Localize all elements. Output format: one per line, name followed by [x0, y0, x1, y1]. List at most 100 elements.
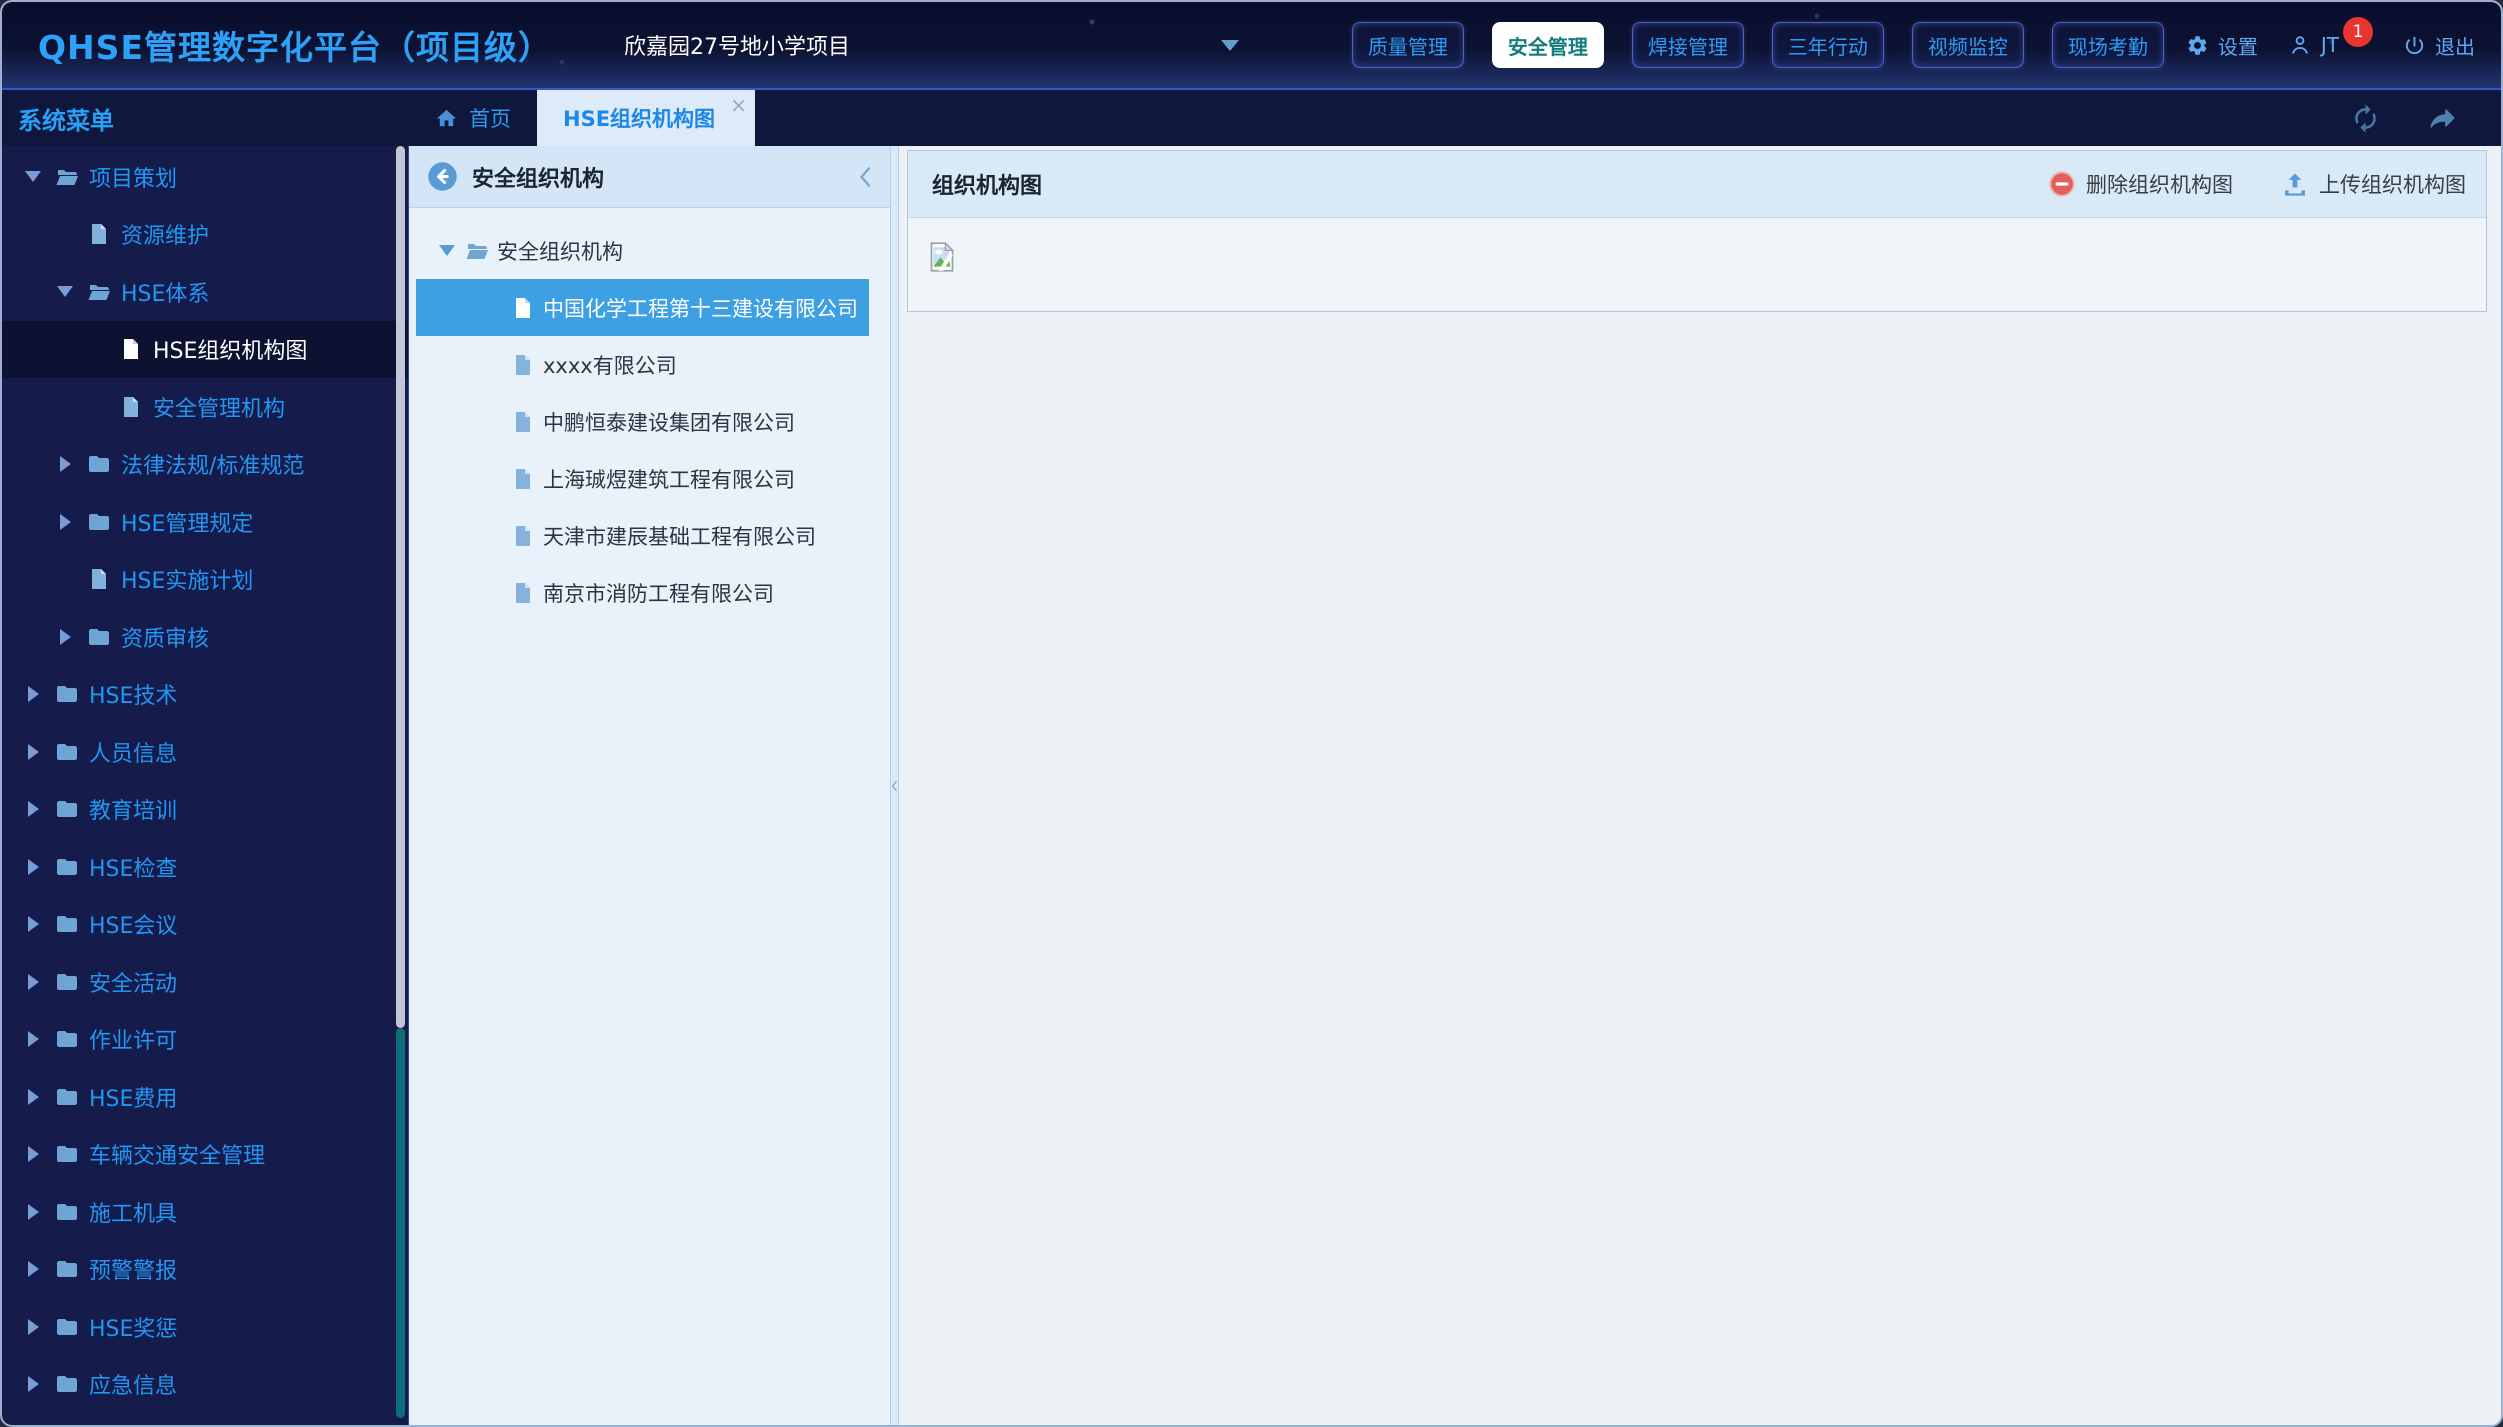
sidebar-item[interactable]: 资质审核	[2, 608, 408, 666]
org-chart-title: 组织机构图	[932, 174, 1043, 199]
org-panel-header: 安全组织机构	[409, 146, 890, 208]
expand-arrow-icon[interactable]	[22, 1376, 44, 1393]
expand-arrow-icon[interactable]	[22, 1088, 44, 1105]
refresh-icon[interactable]	[2350, 103, 2381, 134]
sidebar-item[interactable]: 应急信息	[2, 1356, 408, 1414]
folder-icon	[57, 1088, 77, 1105]
expand-arrow-icon[interactable]	[22, 1261, 44, 1278]
sidebar-item[interactable]: 作业许可	[2, 1011, 408, 1069]
org-tree-item[interactable]: 中鹏恒泰建设集团有限公司	[409, 393, 890, 450]
folder-icon	[57, 1318, 77, 1335]
expand-arrow-icon[interactable]	[22, 171, 44, 183]
sidebar-item[interactable]: 安全管理机构	[2, 378, 408, 436]
folder-icon	[57, 1203, 77, 1220]
sidebar-item[interactable]: HSE技术	[2, 666, 408, 724]
expand-arrow-icon[interactable]	[22, 743, 44, 760]
expand-arrow-icon[interactable]	[22, 1203, 44, 1220]
sidebar-item[interactable]: HSE管理规定	[2, 493, 408, 551]
sidebar-item[interactable]: 车辆交通安全管理	[2, 1126, 408, 1184]
expand-arrow-icon[interactable]	[22, 801, 44, 818]
expand-arrow-icon[interactable]	[54, 286, 76, 298]
sidebar-item[interactable]: 法律法规/标准规范	[2, 436, 408, 494]
nav-button[interactable]: 安全管理	[1491, 22, 1604, 68]
nav-button[interactable]: 视频监控	[1911, 22, 2024, 68]
org-tree-item[interactable]: 中国化学工程第十三建设有限公司	[416, 279, 869, 336]
sidebar-item[interactable]: HSE检查	[2, 838, 408, 896]
close-icon[interactable]: ×	[730, 93, 747, 117]
nav-button[interactable]: 焊接管理	[1631, 22, 1744, 68]
folder-icon	[57, 686, 77, 703]
sidebar-item-label: 安全活动	[89, 971, 178, 997]
sidebar-item-label: 施工机具	[89, 1201, 178, 1227]
scrollbar-thumb[interactable]	[396, 146, 405, 1028]
org-chart-header: 组织机构图 删除组织机构图 上传组织机构图	[908, 151, 2486, 218]
org-tree-item[interactable]: 上海珹煜建筑工程有限公司	[409, 450, 890, 507]
expand-arrow-icon[interactable]	[54, 456, 76, 473]
logout-button[interactable]: 退出	[2403, 31, 2475, 60]
expand-arrow-icon[interactable]	[54, 628, 76, 645]
expand-arrow-icon[interactable]	[22, 973, 44, 990]
expand-arrow-icon[interactable]	[22, 858, 44, 875]
sidebar-item[interactable]: 教育培训	[2, 781, 408, 839]
sidebar-item[interactable]: 项目策划	[2, 148, 408, 206]
expand-arrow-icon[interactable]	[22, 1146, 44, 1163]
notification-badge[interactable]: 1	[2343, 17, 2373, 47]
tabs: 首页 HSE组织机构图 ×	[408, 90, 756, 146]
folder-icon	[89, 513, 109, 530]
item-icon	[54, 1085, 80, 1109]
chevron-left-icon[interactable]	[858, 165, 872, 189]
project-selector[interactable]: 欣嘉园27号地小学项目	[624, 29, 1239, 61]
file-icon	[124, 396, 138, 417]
sidebar-item[interactable]: 施工机具	[2, 1183, 408, 1241]
item-icon	[54, 740, 80, 764]
sidebar-item[interactable]: 资源维护	[2, 206, 408, 264]
nav-button[interactable]: 现场考勤	[2051, 22, 2164, 68]
chevron-left-icon[interactable]	[891, 776, 898, 796]
sidebar-item[interactable]: HSE体系	[2, 263, 408, 321]
expand-arrow-icon[interactable]	[22, 1031, 44, 1048]
sidebar-item[interactable]: HSE组织机构图	[2, 320, 408, 378]
delete-org-chart-button[interactable]: 删除组织机构图	[2048, 169, 2233, 199]
org-chart-body	[908, 218, 2486, 311]
expand-arrow-icon[interactable]	[22, 916, 44, 933]
sidebar-item[interactable]: 预警警报	[2, 1241, 408, 1299]
sidebar-item[interactable]: HSE费用	[2, 1068, 408, 1126]
tab-home[interactable]: 首页	[408, 90, 537, 146]
folder-icon	[57, 858, 77, 875]
tab-hse-org-chart[interactable]: HSE组织机构图 ×	[537, 90, 756, 146]
sidebar-item[interactable]: HSE实施计划	[2, 551, 408, 609]
nav-button[interactable]: 质量管理	[1351, 22, 1464, 68]
settings-button[interactable]: 设置	[2186, 31, 2258, 60]
sidebar-item-label: 安全管理机构	[153, 396, 286, 422]
delete-org-chart-label: 删除组织机构图	[2086, 173, 2233, 197]
sidebar-item[interactable]: HSE奖惩	[2, 1298, 408, 1356]
org-tree-item[interactable]: 天津市建辰基础工程有限公司	[409, 507, 890, 564]
org-tree-item[interactable]: 南京市消防工程有限公司	[409, 564, 890, 621]
org-tree-item[interactable]: 安全组织机构	[409, 222, 890, 279]
sidebar-item-label: 人员信息	[89, 741, 178, 767]
expand-arrow-icon[interactable]	[437, 245, 457, 256]
org-tree-item-label: 上海珹煜建筑工程有限公司	[543, 467, 795, 492]
panel-splitter[interactable]	[890, 146, 899, 1425]
item-icon	[54, 682, 80, 706]
item-icon	[465, 239, 489, 263]
file-icon	[124, 339, 138, 360]
forward-arrow-icon[interactable]	[2425, 103, 2459, 134]
home-icon	[436, 109, 457, 126]
sidebar-item[interactable]: 安全活动	[2, 953, 408, 1011]
item-icon	[118, 337, 144, 361]
item-icon	[86, 222, 112, 246]
sidebar-item[interactable]: 人员信息	[2, 723, 408, 781]
user-menu[interactable]: JT 1	[2288, 17, 2373, 57]
item-icon	[54, 1142, 80, 1166]
sidebar-item[interactable]: HSE会议	[2, 896, 408, 954]
nav-button[interactable]: 三年行动	[1771, 22, 1884, 68]
expand-arrow-icon[interactable]	[54, 513, 76, 530]
item-icon	[511, 353, 535, 377]
org-tree-item[interactable]: xxxx有限公司	[409, 336, 890, 393]
expand-arrow-icon[interactable]	[22, 686, 44, 703]
sidebar-scrollbar[interactable]	[396, 146, 405, 1425]
back-circle-icon[interactable]	[427, 161, 458, 192]
upload-org-chart-button[interactable]: 上传组织机构图	[2281, 169, 2466, 199]
expand-arrow-icon[interactable]	[22, 1318, 44, 1335]
